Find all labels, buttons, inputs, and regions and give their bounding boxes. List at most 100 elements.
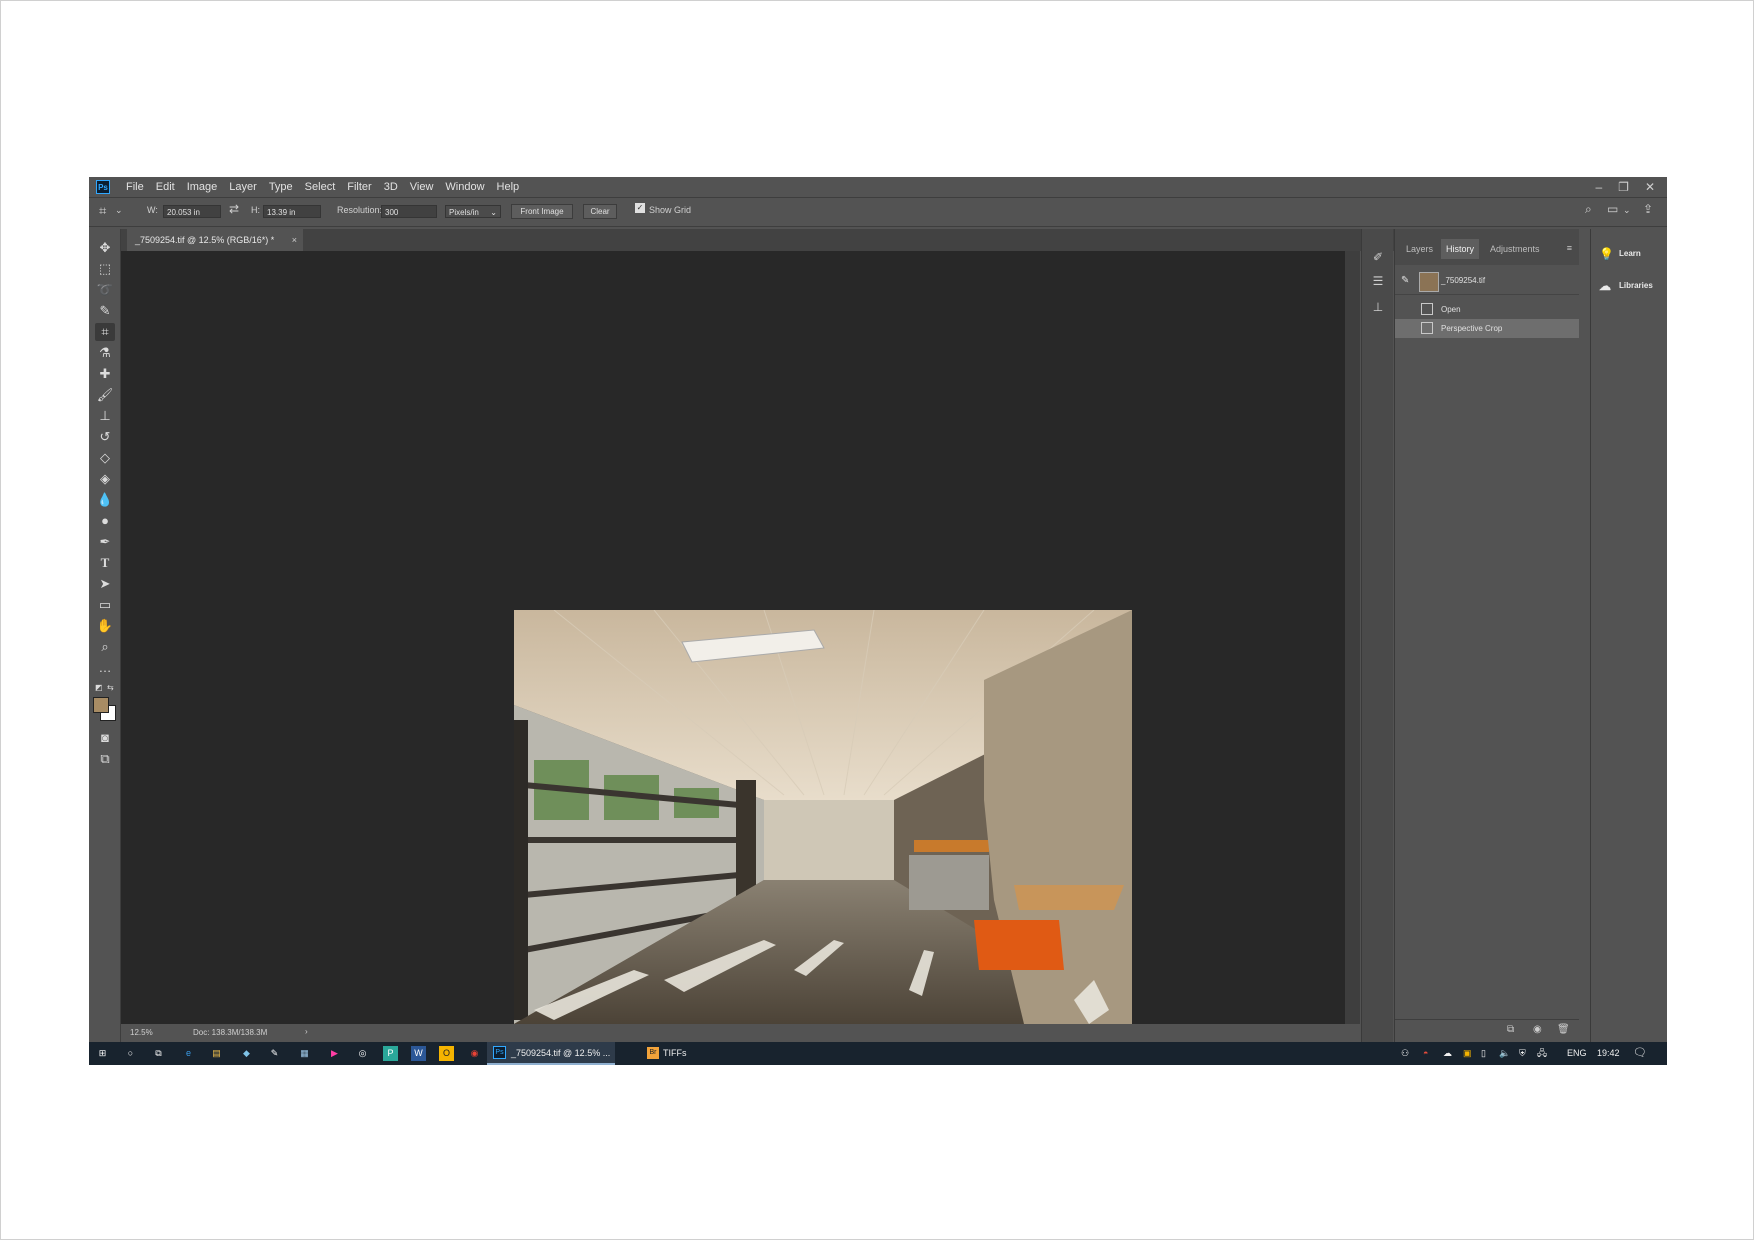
word-icon[interactable]: W [411,1046,426,1061]
share-icon[interactable]: ⇪ [1643,202,1653,216]
menu-type[interactable]: Type [263,181,299,193]
screen-mode-icon[interactable]: ⧉ [95,750,115,768]
language-indicator[interactable]: ENG [1567,1042,1587,1065]
history-item-perspective-crop[interactable]: Perspective Crop [1395,319,1579,338]
taskbar-bridge[interactable]: Br TIFFs [647,1042,707,1065]
eraser-tool-icon[interactable]: ◇ [95,449,115,467]
chrome-icon[interactable]: ◉ [467,1046,482,1061]
cortana-search-icon[interactable]: ○ [123,1046,138,1061]
hand-tool-icon[interactable]: ✋ [95,617,115,635]
crop-tool-preset-icon[interactable]: ⌗ [99,203,106,219]
app-icon-4[interactable]: ◎ [355,1046,370,1061]
app-icon-1[interactable]: ◆ [239,1046,254,1061]
clone-source-icon[interactable]: ⊥ [1370,299,1386,315]
trash-icon[interactable]: 🗑 [1557,1024,1570,1035]
rectangle-tool-icon[interactable]: ▭ [95,596,115,614]
default-colors-icon[interactable]: ◩ [95,683,103,692]
camera-snapshot-icon[interactable]: ◉ [1533,1024,1542,1035]
cloud-icon[interactable]: ☁ [1443,1042,1452,1065]
preset-chevron-down-icon[interactable]: ⌄ [115,205,123,216]
dodge-tool-icon[interactable]: ● [95,512,115,530]
clone-stamp-tool-icon[interactable]: ⊥ [95,407,115,425]
pen-tool-icon[interactable]: ✒ [95,533,115,551]
history-brush-source-icon[interactable]: ✎ [1401,267,1409,295]
history-brush-tool-icon[interactable]: ↺ [95,428,115,446]
restore-icon[interactable]: ❐ [1618,180,1629,194]
start-icon[interactable]: ⊞ [95,1046,110,1061]
document-tab[interactable]: _7509254.tif @ 12.5% (RGB/16*) * × [127,229,303,251]
history-item-open[interactable]: Open [1395,300,1579,319]
resolution-unit-select[interactable]: Pixels/in ⌄ [445,205,501,218]
menu-window[interactable]: Window [439,181,490,193]
close-tab-icon[interactable]: × [292,229,297,251]
menu-image[interactable]: Image [181,181,224,193]
vertical-scrollbar[interactable] [1345,251,1360,1024]
eyedropper-tool-icon[interactable]: ⚗ [95,344,115,362]
width-input[interactable]: 20.053 in [163,205,221,218]
lasso-tool-icon[interactable]: ➰ [95,281,115,299]
zoom-tool-icon[interactable]: ⌕ [95,638,115,656]
tab-layers[interactable]: Layers [1401,239,1438,259]
network-icon[interactable]: 🖧 [1537,1042,1547,1065]
history-snapshot[interactable]: ✎ _7509254.tif [1395,267,1579,295]
close-icon[interactable]: ✕ [1645,180,1655,194]
menu-filter[interactable]: Filter [341,181,377,193]
front-image-button[interactable]: Front Image [511,204,573,219]
defender-icon[interactable]: ⛨ [1519,1042,1526,1065]
quick-mask-icon[interactable]: ◙ [95,729,115,747]
search-icon[interactable]: ⌕ [1585,202,1592,217]
app-icon-2[interactable]: ✎ [267,1046,282,1061]
libraries-item[interactable]: ☁ Libraries [1597,275,1663,297]
more-tools-icon[interactable]: … [95,659,115,677]
new-document-from-state-icon[interactable]: ⧉ [1507,1024,1514,1035]
menu-edit[interactable]: Edit [150,181,181,193]
norton-icon[interactable]: O [439,1046,454,1061]
workspace-chevron-down-icon[interactable]: ⌄ [1623,205,1631,216]
learn-item[interactable]: 💡 Learn [1597,243,1663,265]
marquee-tool-icon[interactable]: ⬚ [95,260,115,278]
norton-tray-icon[interactable]: ▣ [1463,1042,1472,1065]
volume-icon[interactable]: 🔈 [1499,1042,1510,1065]
menu-file[interactable]: File [120,181,150,193]
media-player-icon[interactable]: ▶ [327,1046,342,1061]
show-grid-checkbox[interactable]: ✓ [635,203,645,213]
app-icon-3[interactable]: ▦ [297,1046,312,1061]
battery-icon[interactable]: ▯ [1481,1042,1486,1065]
task-view-icon[interactable]: ⧉ [151,1046,166,1061]
type-tool-icon[interactable]: T [95,554,115,572]
document-image[interactable] [514,610,1132,1024]
people-icon[interactable]: ⚇ [1401,1042,1409,1065]
crop-tool-icon[interactable]: ⌗ [95,323,115,341]
status-menu-arrow[interactable]: › [305,1027,308,1036]
foreground-color-swatch[interactable] [93,697,109,713]
workspace-icon[interactable]: ▭ [1607,202,1618,216]
edge-icon[interactable]: e [181,1046,196,1061]
panel-menu-icon[interactable]: ≡ [1567,243,1572,253]
brush-settings-icon[interactable]: ✐ [1370,249,1386,265]
minimize-icon[interactable]: – [1595,180,1602,194]
swap-colors-icon[interactable]: ⇆ [107,683,114,692]
healing-brush-tool-icon[interactable]: ✚ [95,365,115,383]
menu-view[interactable]: View [404,181,440,193]
paint-bucket-tool-icon[interactable]: ◈ [95,470,115,488]
tab-history[interactable]: History [1441,239,1480,259]
adjustments-sliders-icon[interactable]: ☰ [1370,273,1386,289]
height-input[interactable]: 13.39 in [263,205,321,218]
file-explorer-icon[interactable]: ▤ [209,1046,224,1061]
move-tool-icon[interactable]: ✥ [95,239,115,257]
quick-selection-tool-icon[interactable]: ✎ [95,302,115,320]
brush-tool-icon[interactable]: 🖌 [95,386,115,404]
taskbar-photoshop[interactable]: Ps _7509254.tif @ 12.5% ... [487,1042,615,1065]
action-center-icon[interactable]: 🗨 [1633,1042,1647,1065]
resolution-input[interactable]: 300 [381,205,437,218]
publisher-icon[interactable]: P [383,1046,398,1061]
tab-adjustments[interactable]: Adjustments [1485,239,1545,259]
zoom-level[interactable]: 12.5% [130,1028,153,1037]
clear-button[interactable]: Clear [583,204,617,219]
mcafee-icon[interactable]: ◓ [1423,1042,1428,1065]
menu-help[interactable]: Help [491,181,526,193]
menu-3d[interactable]: 3D [378,181,404,193]
swap-dimensions-icon[interactable]: ⇄ [229,202,239,216]
menu-layer[interactable]: Layer [223,181,263,193]
path-selection-tool-icon[interactable]: ➤ [95,575,115,593]
